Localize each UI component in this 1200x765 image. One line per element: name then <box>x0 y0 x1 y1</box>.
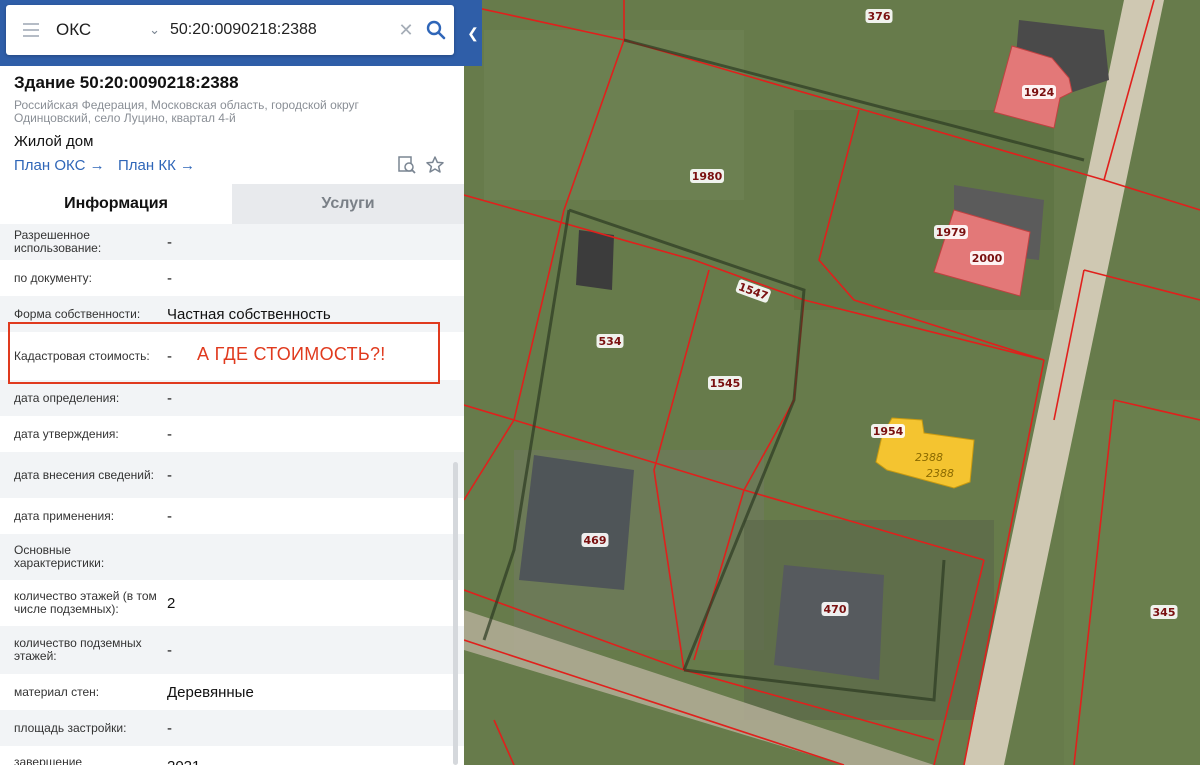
collapse-panel-button[interactable]: ❮ <box>464 0 482 66</box>
info-row: дата утверждения: - <box>0 416 464 452</box>
plot-label-text: 345 <box>1153 606 1176 619</box>
plot-label-text: 2388 <box>915 451 943 464</box>
plot-label: 469 <box>581 533 609 547</box>
chevron-left-icon: ❮ <box>467 24 479 41</box>
info-panel: ОКС ⌄ ✕ Здание 50:20:0090218:2388 Россий… <box>0 0 464 765</box>
plan-kk-link[interactable]: План КК → <box>118 157 195 174</box>
info-row: дата применения: - <box>0 498 464 534</box>
plan-kk-label: План КК <box>118 157 176 174</box>
row-value: - <box>167 233 172 251</box>
row-value: - <box>167 425 172 443</box>
row-value: - <box>167 641 172 659</box>
row-value: Деревянные <box>167 683 254 701</box>
info-row: дата внесения сведений: - <box>0 452 464 498</box>
arrow-right-icon: → <box>85 157 105 174</box>
row-label: площадь застройки: <box>14 720 127 735</box>
plot-label: 2000 <box>970 251 1004 265</box>
object-title: Здание 50:20:0090218:2388 <box>14 73 239 92</box>
row-value: - <box>167 269 172 287</box>
annotation-text: А ГДЕ СТОИМОСТЬ?! <box>197 344 386 364</box>
row-value: 2021 <box>167 758 200 765</box>
info-row: материал стен: Деревянные <box>0 674 464 710</box>
plot-label: 470 <box>821 602 849 616</box>
info-row: количество подземных этажей: - <box>0 626 464 674</box>
info-row: по документу: - <box>0 260 464 296</box>
search-icon <box>426 20 446 40</box>
plot-label-text: 470 <box>824 603 847 616</box>
search-document-icon[interactable] <box>397 155 417 175</box>
plot-label-text: 1924 <box>1024 86 1055 99</box>
row-value: - <box>167 389 172 407</box>
row-label: количество этажей (в том числе подземных… <box>14 589 157 616</box>
row-label: дата применения: <box>14 508 115 523</box>
row-label: дата внесения сведений: <box>14 467 154 482</box>
plot-label-text: 469 <box>584 534 607 547</box>
plot-label: 2388 <box>915 451 943 464</box>
plot-label: 2388 <box>926 467 954 480</box>
search-input[interactable] <box>166 5 394 55</box>
tab-services[interactable]: Услуги <box>232 184 464 224</box>
plan-oks-link[interactable]: План ОКС → <box>14 157 105 174</box>
plot-label-text: 1979 <box>936 226 967 239</box>
row-label: материал стен: <box>14 684 100 699</box>
info-row: Основные характеристики: <box>0 534 464 580</box>
plot-label-text: 1954 <box>873 425 904 438</box>
info-row: Разрешенное использование: - <box>0 224 464 260</box>
plot-label-text: 1545 <box>710 377 741 390</box>
row-label: дата утверждения: <box>14 426 119 441</box>
plot-label: 534 <box>596 334 624 348</box>
menu-icon[interactable] <box>6 5 56 55</box>
row-label: дата определения: <box>14 390 120 405</box>
plot-label-text: 376 <box>868 10 891 23</box>
row-label: завершение <box>14 755 83 765</box>
info-row: площадь застройки: - <box>0 710 464 746</box>
plan-oks-label: План ОКС <box>14 157 86 174</box>
arrow-right-icon: → <box>175 157 195 174</box>
plot-label: 1924 <box>1022 85 1056 99</box>
row-label: количество подземных этажей: <box>14 636 142 663</box>
row-value: - <box>167 507 172 525</box>
plot-label: 1979 <box>934 225 968 239</box>
plot-label-text: 1980 <box>692 170 723 183</box>
chevron-down-icon: ⌄ <box>149 22 160 37</box>
plot-label: 1954 <box>871 424 905 438</box>
row-label: Основные характеристики: <box>14 543 105 570</box>
cadastral-map[interactable]: 376 1924 1980 1979 2000 1547 534 1545 1954 2388 23… <box>464 0 1200 765</box>
star-icon[interactable] <box>425 155 445 175</box>
info-row: завершение 2021 <box>0 746 464 765</box>
row-label: Форма собственности: <box>14 306 141 321</box>
object-address: Российская Федерация, Московская область… <box>14 98 359 125</box>
search-bar: ОКС ⌄ ✕ <box>6 5 454 55</box>
plot-label: 1980 <box>690 169 724 183</box>
info-row: количество этажей (в том числе подземных… <box>0 580 464 626</box>
tabs: Информация Услуги <box>0 184 464 224</box>
object-type-select[interactable]: ОКС ⌄ <box>56 5 166 55</box>
plot-label-text: 1547 <box>737 280 770 303</box>
plot-label: 376 <box>865 9 893 23</box>
clear-icon[interactable]: ✕ <box>394 20 418 41</box>
plot-label: 1545 <box>708 376 742 390</box>
plot-label-text: 2000 <box>972 252 1003 265</box>
object-type-label: ОКС <box>56 20 92 39</box>
tab-info[interactable]: Информация <box>0 184 232 224</box>
row-label: Разрешенное использование: <box>14 228 102 255</box>
plot-labels: 376 1924 1980 1979 2000 1547 534 1545 1954 2388 23… <box>581 9 1178 619</box>
row-value: - <box>167 719 172 737</box>
plot-label: 345 <box>1150 605 1178 619</box>
info-row: дата определения: - <box>0 380 464 416</box>
row-value: Частная собственность <box>167 305 331 323</box>
row-value: 2 <box>167 594 176 612</box>
plot-label-text: 534 <box>599 335 622 348</box>
row-label: по документу: <box>14 270 92 285</box>
plot-label-text: 2388 <box>926 467 954 480</box>
scrollbar[interactable] <box>453 462 458 765</box>
row-value: - <box>167 466 172 484</box>
plot-label: 1547 <box>735 279 771 303</box>
search-button[interactable] <box>418 20 454 40</box>
object-type: Жилой дом <box>14 133 94 150</box>
